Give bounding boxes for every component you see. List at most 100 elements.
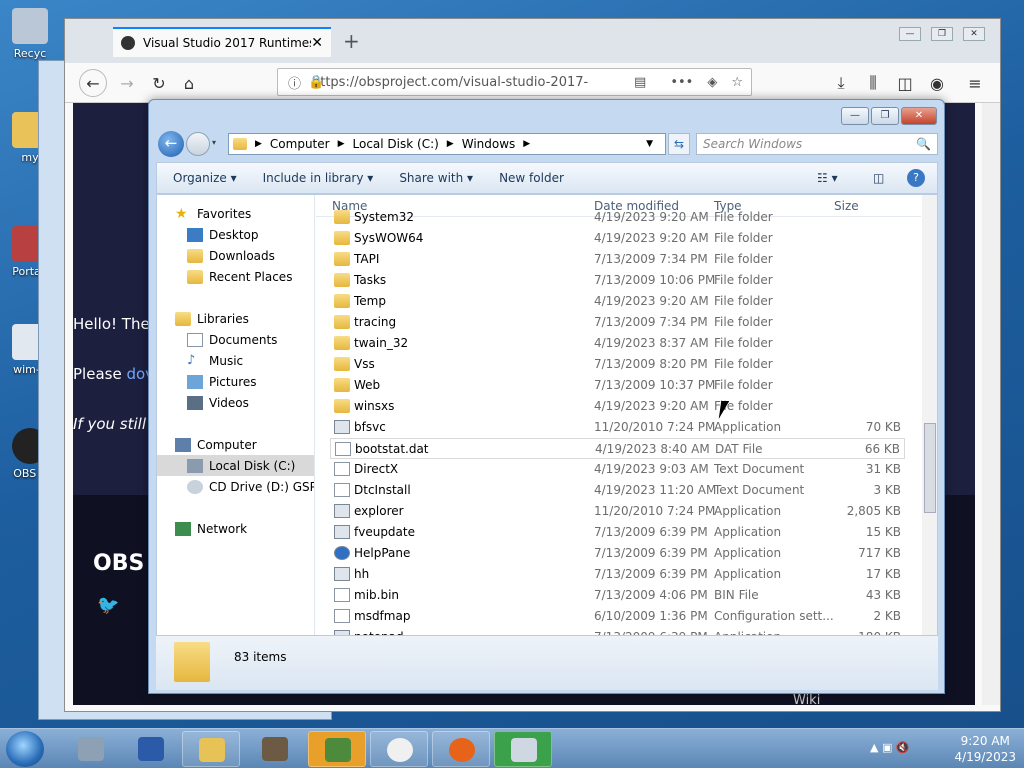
network-icon <box>175 521 191 536</box>
desktop-icon-recycle-bin[interactable]: Recyc <box>0 8 60 60</box>
twitter-icon[interactable]: 🐦 <box>97 595 119 616</box>
taskbar-users-app[interactable] <box>308 731 366 767</box>
table-row[interactable]: bfsvc 11/20/2010 7:24 PM Application 70 KB <box>330 417 905 438</box>
clock[interactable]: 9:20 AM 4/19/2023 <box>954 733 1016 765</box>
table-row[interactable]: tracing 7/13/2009 7:34 PM File folder <box>330 312 905 333</box>
document-icon <box>334 462 350 476</box>
back-icon[interactable]: ← <box>79 69 107 97</box>
sidebar-icon[interactable]: ◫ <box>891 69 919 97</box>
maximize-button[interactable]: ❐ <box>931 27 953 41</box>
breadcrumb-windows[interactable]: Windows <box>462 137 516 151</box>
table-row[interactable]: Web 7/13/2009 10:37 PM File folder <box>330 375 905 396</box>
table-row[interactable]: System32 4/19/2023 9:20 AM File folder <box>330 207 905 228</box>
table-row[interactable]: Tasks 7/13/2009 10:06 PM File folder <box>330 270 905 291</box>
table-row[interactable]: bootstat.dat 4/19/2023 8:40 AM DAT File 66 … <box>330 438 905 459</box>
pocket-icon[interactable]: ◈ <box>707 75 717 90</box>
new-tab-icon[interactable]: + <box>343 29 360 53</box>
reader-view-icon[interactable]: ▤ <box>634 75 646 90</box>
taskbar-obs[interactable] <box>370 731 428 767</box>
table-row[interactable]: Vss 7/13/2009 8:20 PM File folder <box>330 354 905 375</box>
nav-music[interactable]: ♪ Music <box>187 350 243 371</box>
table-row[interactable]: twain_32 4/19/2023 8:37 AM File folder <box>330 333 905 354</box>
new-folder-button[interactable]: New folder <box>499 171 564 185</box>
forward-icon[interactable]: → <box>113 69 141 97</box>
account-icon[interactable]: ◉ <box>923 69 951 97</box>
refresh-icon[interactable]: ⇆ <box>668 133 690 155</box>
download-icon[interactable]: ⤓ <box>827 69 855 97</box>
start-button[interactable] <box>6 731 44 767</box>
nav-cd-drive[interactable]: CD Drive (D:) GSP1R <box>187 476 314 497</box>
tab-active[interactable]: Visual Studio 2017 Runtimes | O ✕ <box>113 27 331 57</box>
table-row[interactable]: explorer 11/20/2010 7:24 PM Application 2,8… <box>330 501 905 522</box>
close-button[interactable]: ✕ <box>963 27 985 41</box>
table-row[interactable]: winsxs 4/19/2023 9:20 AM File folder <box>330 396 905 417</box>
taskbar-powershell[interactable] <box>122 731 180 767</box>
file-type: Text Document <box>714 462 805 476</box>
nav-documents[interactable]: Documents <box>187 329 277 350</box>
bookmark-star-icon[interactable]: ☆ <box>731 75 743 90</box>
preview-pane-icon[interactable]: ◫ <box>873 171 884 185</box>
file-size: 17 KB <box>865 567 901 581</box>
search-input[interactable]: Search Windows 🔍 <box>696 133 938 155</box>
taskbar-raccoon-app[interactable] <box>246 731 304 767</box>
breadcrumb-computer[interactable]: Computer <box>270 137 330 151</box>
nav-pictures[interactable]: Pictures <box>187 371 257 392</box>
file-type: File folder <box>714 210 773 224</box>
browser-scrollbar[interactable] <box>982 103 1000 705</box>
table-row[interactable]: hh 7/13/2009 6:39 PM Application 17 KB <box>330 564 905 585</box>
nav-network[interactable]: Network <box>175 518 247 539</box>
taskbar-explorer[interactable] <box>182 731 240 767</box>
table-row[interactable]: HelpPane 7/13/2009 6:39 PM Application 717 … <box>330 543 905 564</box>
minimize-button[interactable]: — <box>899 27 921 41</box>
menu-icon[interactable]: ≡ <box>961 69 989 97</box>
table-row[interactable]: Temp 4/19/2023 9:20 AM File folder <box>330 291 905 312</box>
taskbar-firefox[interactable] <box>432 731 490 767</box>
nav-downloads[interactable]: Downloads <box>187 245 275 266</box>
scroll-thumb[interactable] <box>924 423 936 513</box>
close-tab-icon[interactable]: ✕ <box>311 35 323 51</box>
library-icon[interactable]: ⫼ <box>859 69 887 97</box>
info-icon[interactable]: ⓘ <box>288 73 301 92</box>
table-row[interactable]: TAPI 7/13/2009 7:34 PM File folder <box>330 249 905 270</box>
nav-local-disk[interactable]: Local Disk (C:) <box>157 455 314 476</box>
share-with-button[interactable]: Share with ▾ <box>399 171 473 185</box>
table-row[interactable]: notepad 7/13/2009 6:39 PM Application 180 K… <box>330 627 905 635</box>
explorer-minimize-button[interactable]: — <box>841 107 869 125</box>
footer-wiki-link[interactable]: Wiki <box>793 693 820 705</box>
page-actions-icon[interactable]: ••• <box>670 75 693 90</box>
taskbar-server-manager[interactable] <box>62 731 120 767</box>
nav-desktop[interactable]: Desktop <box>187 224 259 245</box>
file-date: 11/20/2010 7:24 PM <box>594 420 716 434</box>
nav-videos[interactable]: Videos <box>187 392 249 413</box>
table-row[interactable]: DtcInstall 4/19/2023 11:20 AM Text Documen… <box>330 480 905 501</box>
reload-icon[interactable]: ↻ <box>145 69 173 97</box>
nav-libraries[interactable]: Libraries <box>175 308 249 329</box>
url-bar[interactable]: ⓘ 🔒 https://obsproject.com/visual-studio… <box>277 68 752 96</box>
tray-icons[interactable]: ▲ ▣ 🔇 <box>870 741 910 754</box>
explorer-close-button[interactable]: ✕ <box>901 107 937 125</box>
explorer-back-icon[interactable]: ← <box>158 131 184 157</box>
nav-favorites[interactable]: ★ Favorites <box>175 203 251 224</box>
recent-pages-icon[interactable]: ▾ <box>212 138 216 147</box>
nav-computer[interactable]: Computer <box>175 434 257 455</box>
taskbar-installer[interactable] <box>494 731 552 767</box>
file-list-scrollbar[interactable] <box>922 195 937 635</box>
application-icon <box>334 567 350 581</box>
address-dropdown-icon[interactable]: ▼ <box>646 139 653 149</box>
address-bar[interactable]: ▶ Computer ▶ Local Disk (C:) ▶ Windows ▶… <box>228 133 666 155</box>
table-row[interactable]: msdfmap 6/10/2009 1:36 PM Configuration se… <box>330 606 905 627</box>
table-row[interactable]: mib.bin 7/13/2009 4:06 PM BIN File 43 KB <box>330 585 905 606</box>
organize-button[interactable]: Organize ▾ <box>173 171 237 185</box>
view-options-icon[interactable]: ☷ ▾ <box>817 171 838 185</box>
table-row[interactable]: DirectX 4/19/2023 9:03 AM Text Document 31 … <box>330 459 905 480</box>
include-in-library-button[interactable]: Include in library ▾ <box>263 171 374 185</box>
table-row[interactable]: fveupdate 7/13/2009 6:39 PM Application 15 … <box>330 522 905 543</box>
breadcrumb-local-disk[interactable]: Local Disk (C:) <box>353 137 439 151</box>
file-name: bootstat.dat <box>355 442 429 456</box>
table-row[interactable]: SysWOW64 4/19/2023 9:20 AM File folder <box>330 228 905 249</box>
help-icon[interactable]: ? <box>907 169 925 187</box>
explorer-forward-icon[interactable] <box>186 132 210 156</box>
explorer-maximize-button[interactable]: ❐ <box>871 107 899 125</box>
nav-recent-places[interactable]: Recent Places <box>187 266 292 287</box>
home-icon[interactable]: ⌂ <box>175 69 203 97</box>
